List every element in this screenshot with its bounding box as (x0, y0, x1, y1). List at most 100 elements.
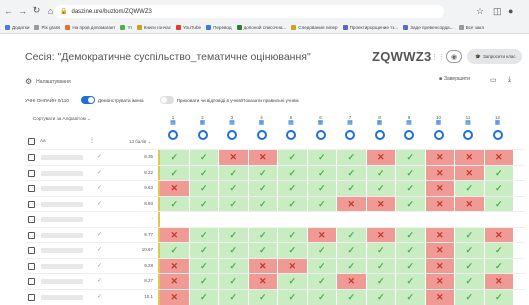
show-names-toggle[interactable] (80, 96, 95, 104)
correct-answer-cell[interactable]: ✓ (455, 258, 485, 274)
correct-answer-cell[interactable]: ✓ (160, 243, 190, 258)
correct-answer-cell[interactable]: ✓ (189, 181, 219, 196)
question-reveal-toggle[interactable] (286, 130, 296, 140)
wrong-answer-cell[interactable]: ✕ (219, 150, 249, 165)
correct-answer-cell[interactable]: ✓ (366, 165, 396, 181)
reload-icon[interactable]: ↻ (31, 5, 42, 16)
back-icon[interactable]: ← (3, 5, 14, 16)
extension-icon[interactable]: ◫ (493, 6, 502, 17)
bookmark-item[interactable]: На пров допомагает (65, 24, 115, 30)
wrong-answer-cell[interactable]: ✕ (248, 150, 278, 165)
wrong-answer-cell[interactable]: ✕ (455, 165, 485, 181)
correct-answer-cell[interactable]: ✓ (248, 181, 278, 196)
wrong-answer-cell[interactable]: ✕ (484, 150, 514, 165)
correct-answer-cell[interactable]: ✓ (484, 289, 514, 305)
student-row[interactable]: ✓ 9.28 ✕ ✓ ✓ ✕ ✕ ✓ ✓ ✓ ✓ ✕ ✓ ✓ (25, 257, 525, 274)
row-checkbox[interactable] (28, 216, 35, 223)
correct-answer-cell[interactable]: ✓ (484, 196, 514, 212)
correct-answer-cell[interactable]: ✓ (455, 243, 485, 258)
student-row[interactable]: ✓ 10.67 ✓ ✓ ✓ ✓ ✓ ✓ ✓ ✓ ✓ ✕ ✓ ✓ (25, 242, 525, 258)
bookmark-item[interactable]: Все закл (458, 24, 484, 30)
copy-icon[interactable]: ⋮⋮ (431, 53, 445, 61)
wrong-answer-cell[interactable]: ✕ (425, 165, 455, 181)
question-column-header[interactable]: 10 ▦ (428, 115, 450, 140)
bookmark-item[interactable]: Pix grass (34, 24, 60, 30)
visibility-button[interactable]: ◉ (446, 50, 462, 63)
row-checkbox[interactable] (28, 185, 35, 192)
correct-answer-cell[interactable]: ✓ (455, 227, 485, 243)
correct-answer-cell[interactable]: ✓ (366, 181, 396, 196)
row-checkbox[interactable] (28, 231, 35, 239)
correct-answer-cell[interactable]: ✓ (396, 196, 426, 212)
correct-answer-cell[interactable]: ✓ (455, 289, 485, 305)
correct-answer-cell[interactable]: ✓ (307, 150, 337, 165)
correct-answer-cell[interactable]: ✓ (278, 150, 308, 165)
correct-answer-cell[interactable]: ✓ (160, 165, 190, 181)
correct-answer-cell[interactable]: ✓ (396, 165, 426, 181)
bookmark-item[interactable]: Книги гончас (136, 24, 171, 30)
correct-answer-cell[interactable]: ✓ (366, 243, 396, 258)
correct-answer-cell[interactable]: ✓ (484, 181, 514, 196)
question-reveal-toggle[interactable] (345, 130, 355, 140)
correct-answer-cell[interactable]: ✓ (248, 243, 278, 258)
question-column-header[interactable]: 6 ▦ (310, 115, 332, 140)
correct-answer-cell[interactable]: ✓ (484, 258, 514, 274)
question-reveal-toggle[interactable] (463, 130, 473, 140)
present-icon[interactable]: ▭ (490, 76, 497, 84)
wrong-answer-cell[interactable]: ✕ (455, 150, 485, 165)
wrong-answer-cell[interactable]: ✕ (425, 243, 455, 258)
star-icon[interactable]: ☆ (476, 6, 484, 17)
question-column-header[interactable]: 11 ▦ (457, 115, 479, 140)
correct-answer-cell[interactable]: ✓ (307, 289, 337, 305)
correct-answer-cell[interactable]: ✓ (160, 196, 190, 212)
correct-answer-cell[interactable]: ✓ (484, 165, 514, 181)
correct-answer-cell[interactable]: ✓ (248, 227, 278, 243)
row-checkbox[interactable] (28, 200, 35, 208)
wrong-answer-cell[interactable]: ✕ (307, 227, 337, 243)
student-row[interactable]: ✓ 8.77 ✕ ✓ ✓ ✓ ✓ ✕ ✓ ✕ ✓ ✕ ✓ ✕ (25, 226, 525, 243)
correct-answer-cell[interactable]: ✓ (396, 258, 426, 274)
wrong-answer-cell[interactable]: ✕ (484, 227, 514, 243)
correct-answer-cell[interactable]: ✓ (278, 227, 308, 243)
bookmark-item[interactable]: Следования гипер (291, 24, 338, 30)
bookmark-item[interactable]: допоной списочна... (236, 24, 286, 30)
correct-answer-cell[interactable]: ✓ (189, 227, 219, 243)
question-column-header[interactable]: 7 ▦ (339, 115, 361, 140)
row-checkbox[interactable] (28, 247, 35, 254)
correct-answer-cell[interactable]: ✓ (219, 181, 249, 196)
wrong-answer-cell[interactable]: ✕ (425, 258, 455, 274)
correct-answer-cell[interactable]: ✓ (219, 258, 249, 274)
correct-answer-cell[interactable]: ✓ (248, 289, 278, 305)
correct-answer-cell[interactable]: ✓ (337, 165, 367, 181)
more-icon[interactable]: ⋮ (89, 137, 95, 144)
correct-answer-cell[interactable]: ✓ (307, 181, 337, 196)
sort-dropdown[interactable]: Сортувати за Алфавітом ⌄ (33, 116, 91, 122)
correct-answer-cell[interactable]: ✓ (337, 227, 367, 243)
student-row[interactable]: ✓ 8.93 ✓ ✓ ✓ ✓ ✓ ✓ ✕ ✕ ✓ ✕ ✕ ✓ (25, 195, 525, 212)
wrong-answer-cell[interactable]: ✕ (425, 289, 455, 305)
correct-answer-cell[interactable]: ✓ (337, 289, 367, 305)
invite-class-button[interactable]: 🎓 Запросити клас (467, 49, 522, 64)
correct-answer-cell[interactable]: ✓ (189, 258, 219, 274)
settings-link[interactable]: ⚙ Налаштування (25, 77, 71, 86)
wrong-answer-cell[interactable]: ✕ (366, 227, 396, 243)
wrong-answer-cell[interactable]: ✕ (248, 258, 278, 274)
correct-answer-cell[interactable]: ✓ (278, 196, 308, 212)
correct-answer-cell[interactable]: ✓ (219, 165, 249, 181)
wrong-answer-cell[interactable]: ✕ (337, 196, 367, 212)
row-checkbox[interactable] (28, 154, 35, 161)
question-reveal-toggle[interactable] (197, 130, 208, 140)
wrong-answer-cell[interactable]: ✕ (278, 258, 308, 274)
correct-answer-cell[interactable]: ✓ (337, 243, 367, 258)
question-reveal-toggle[interactable] (227, 130, 237, 140)
question-reveal-toggle[interactable] (315, 130, 326, 140)
bookmark-item[interactable]: YI (120, 24, 132, 30)
wrong-answer-cell[interactable]: ✕ (160, 258, 190, 274)
question-column-header[interactable]: 12 ▦ (487, 115, 509, 140)
correct-answer-cell[interactable]: ✓ (337, 150, 367, 165)
profile-icon[interactable]: ● (508, 6, 513, 16)
address-bar[interactable]: 🔒 daszine.ure/buzlom/ZQWWZ3 (54, 5, 444, 18)
question-column-header[interactable]: 1 ▦ (162, 115, 184, 140)
wrong-answer-cell[interactable]: ✕ (455, 196, 485, 212)
correct-answer-cell[interactable]: ✓ (396, 150, 426, 165)
